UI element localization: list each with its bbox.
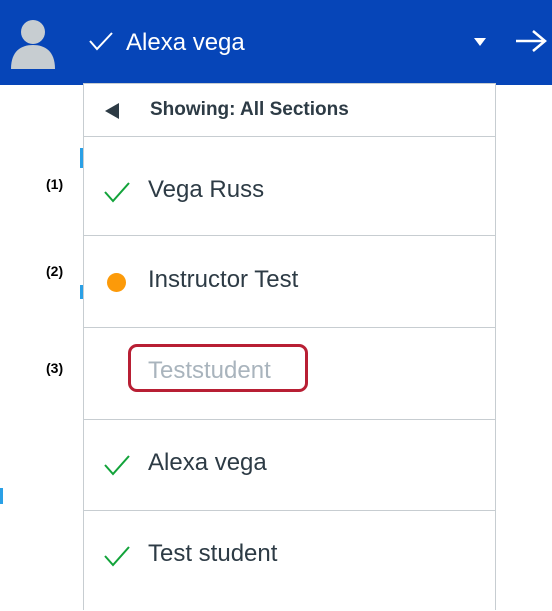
section-filter-back[interactable]: Showing: All Sections	[84, 84, 495, 137]
student-header-bar: Alexa vega	[0, 0, 552, 85]
student-name: Alexa vega	[148, 449, 267, 476]
caret-down-icon[interactable]	[474, 38, 486, 46]
checkmark-icon	[104, 546, 130, 567]
checkmark-icon	[89, 32, 113, 51]
highlight-box	[128, 344, 308, 392]
callout-1: (1)	[46, 176, 64, 192]
checkmark-icon	[104, 182, 130, 203]
student-name: Vega Russ	[148, 176, 265, 203]
student-name: Instructor Test	[148, 266, 299, 293]
callout-3: (3)	[46, 360, 64, 376]
background-link-fragment	[0, 488, 3, 504]
triangle-left-icon	[105, 103, 119, 119]
student-row-alexa-vega[interactable]: Alexa vega	[84, 420, 495, 511]
callout-2: (2)	[46, 263, 64, 279]
student-row-instructor-test[interactable]: Instructor Test	[84, 236, 495, 328]
arrow-right-icon[interactable]	[514, 28, 548, 54]
student-name: Test student	[148, 540, 278, 567]
student-dropdown-menu: Showing: All Sections Vega Russ Instruct…	[83, 83, 496, 610]
student-row-test-student[interactable]: Test student	[84, 511, 495, 611]
status-dot-icon	[107, 273, 126, 292]
selected-student-name[interactable]: Alexa vega	[126, 28, 245, 58]
user-avatar-icon	[11, 20, 55, 69]
section-filter-label: Showing: All Sections	[150, 99, 349, 120]
checkmark-icon	[104, 455, 130, 476]
student-row-vega-russ[interactable]: Vega Russ	[84, 137, 495, 236]
